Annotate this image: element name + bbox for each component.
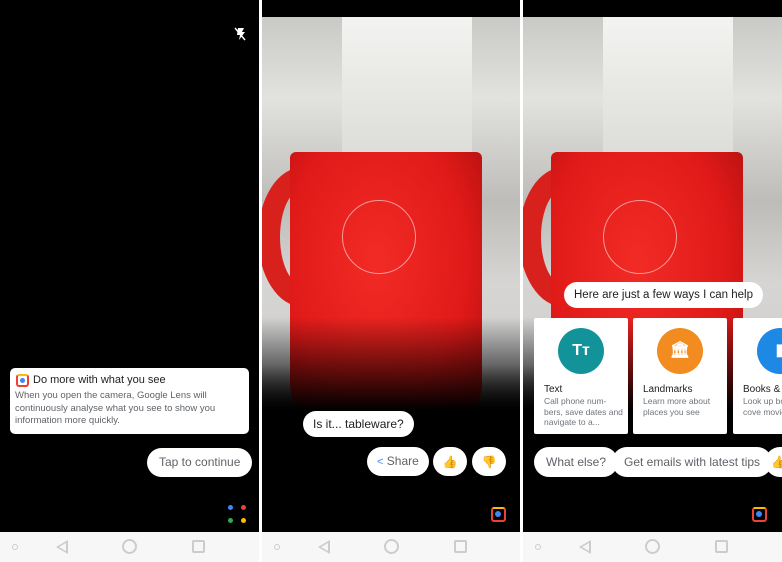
thumbs-up-icon: 👍 [771, 455, 782, 469]
get-emails-chip[interactable]: Get emails with latest tips [612, 447, 773, 477]
back-button[interactable] [56, 540, 68, 554]
what-else-chip[interactable]: What else? [534, 447, 619, 477]
google-lens-icon [16, 374, 29, 387]
thumbs-up-icon: 👍 [442, 455, 458, 469]
google-lens-icon[interactable] [491, 507, 506, 522]
camera-recognition-screen: Is it... tableware? < Share 👍 👎 [262, 0, 520, 532]
landmark-icon: 🏛 [657, 328, 703, 374]
recents-button[interactable] [715, 540, 728, 553]
home-button[interactable] [645, 539, 660, 554]
navigation-bar [0, 532, 259, 562]
share-button[interactable]: < Share [367, 447, 429, 476]
card-body: When you open the camera, Google Lens wi… [15, 390, 216, 426]
back-button[interactable] [579, 540, 591, 554]
card-landmarks[interactable]: 🏛 Landmarks Learn more about places you … [633, 318, 727, 434]
recents-button[interactable] [454, 540, 467, 553]
recents-button[interactable] [192, 540, 205, 553]
flash-off-icon[interactable] [234, 27, 246, 44]
lens-info-card: Do more with what you see When you open … [10, 368, 249, 434]
card-books[interactable]: ▮ Books & M Look up bo music cove movies… [733, 318, 782, 434]
text-icon: Tт [558, 328, 604, 374]
suggestions-screen: Here are just a few ways I can help Tт T… [523, 0, 782, 532]
tap-to-continue-button[interactable]: Tap to continue [147, 448, 253, 477]
thumbs-up-button[interactable]: 👍 [433, 447, 467, 476]
back-button[interactable] [318, 540, 330, 554]
dot-icon [535, 544, 541, 550]
help-prompt: Here are just a few ways I can help [564, 282, 763, 308]
navigation-bar [262, 532, 520, 562]
navigation-bar [523, 532, 782, 562]
focus-ring [603, 200, 677, 274]
thumbs-down-button[interactable]: 👎 [472, 447, 506, 476]
dot-icon [274, 544, 280, 550]
book-icon: ▮ [757, 328, 782, 374]
share-icon: < [377, 456, 384, 468]
camera-viewfinder[interactable] [262, 17, 520, 427]
home-button[interactable] [384, 539, 399, 554]
home-button[interactable] [122, 539, 137, 554]
focus-ring [342, 200, 416, 274]
google-lens-icon[interactable] [752, 507, 767, 522]
thumbs-down-icon: 👎 [481, 455, 497, 469]
intro-screen: Do more with what you see When you open … [0, 0, 259, 532]
dot-icon [12, 544, 18, 550]
card-title: Do more with what you see [33, 374, 166, 386]
recognition-guess: Is it... tableware? [303, 411, 414, 437]
card-text[interactable]: Tт Text Call phone num-bers, save dates … [534, 318, 628, 434]
